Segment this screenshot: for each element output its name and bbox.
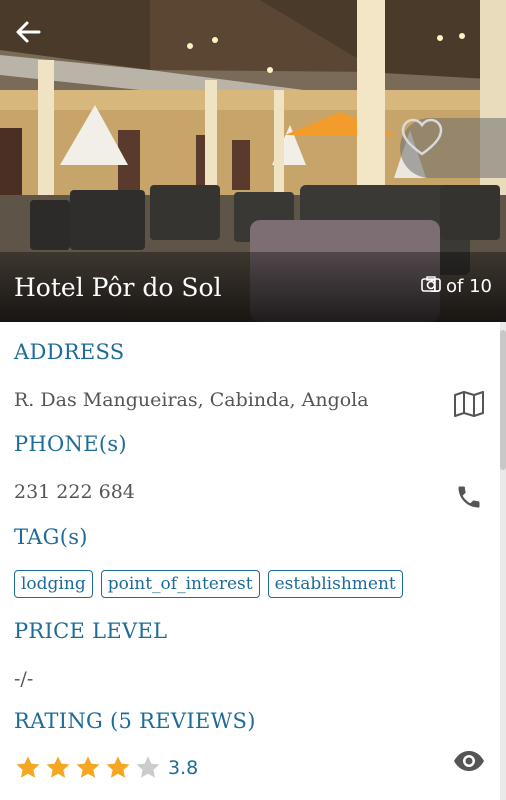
address-value[interactable]: R. Das Mangueiras, Cabinda, Angola	[14, 389, 369, 411]
phone-value[interactable]: 231 222 684	[14, 481, 135, 503]
tag-list: lodging point_of_interest establishment	[14, 570, 403, 598]
tags-heading: TAG(s)	[14, 525, 88, 549]
star-icon	[44, 754, 72, 786]
tag-chip[interactable]: establishment	[267, 570, 403, 598]
star-icon	[134, 754, 162, 786]
call-button[interactable]	[452, 482, 486, 516]
tag-chip[interactable]: lodging	[14, 570, 93, 598]
back-button[interactable]	[14, 18, 50, 54]
rating-stars	[14, 754, 162, 786]
address-heading: ADDRESS	[14, 340, 125, 364]
price-level-value: -/-	[14, 668, 34, 690]
photo-counter[interactable]: 1 of 10	[421, 276, 492, 297]
scrollbar-thumb[interactable]	[500, 330, 506, 470]
phone-icon	[455, 483, 483, 515]
price-level-heading: PRICE LEVEL	[14, 619, 168, 643]
favorite-button[interactable]	[400, 118, 506, 178]
rating-value: 3.8	[168, 757, 199, 779]
map-button[interactable]	[452, 389, 486, 423]
eye-icon	[453, 750, 485, 776]
hotel-name: Hotel Pôr do Sol	[14, 273, 222, 302]
map-icon	[453, 390, 485, 422]
hero-image[interactable]: Hotel Pôr do Sol 1 of 10	[0, 0, 506, 322]
rating-heading: RATING (5 REVIEWS)	[14, 709, 256, 733]
phone-heading: PHONE(s)	[14, 432, 127, 456]
star-icon	[74, 754, 102, 786]
view-reviews-button[interactable]	[452, 746, 486, 780]
star-icon	[104, 754, 132, 786]
tag-chip[interactable]: point_of_interest	[100, 570, 260, 598]
details-panel: ADDRESS R. Das Mangueiras, Cabinda, Ango…	[0, 322, 506, 800]
star-icon	[14, 754, 42, 786]
